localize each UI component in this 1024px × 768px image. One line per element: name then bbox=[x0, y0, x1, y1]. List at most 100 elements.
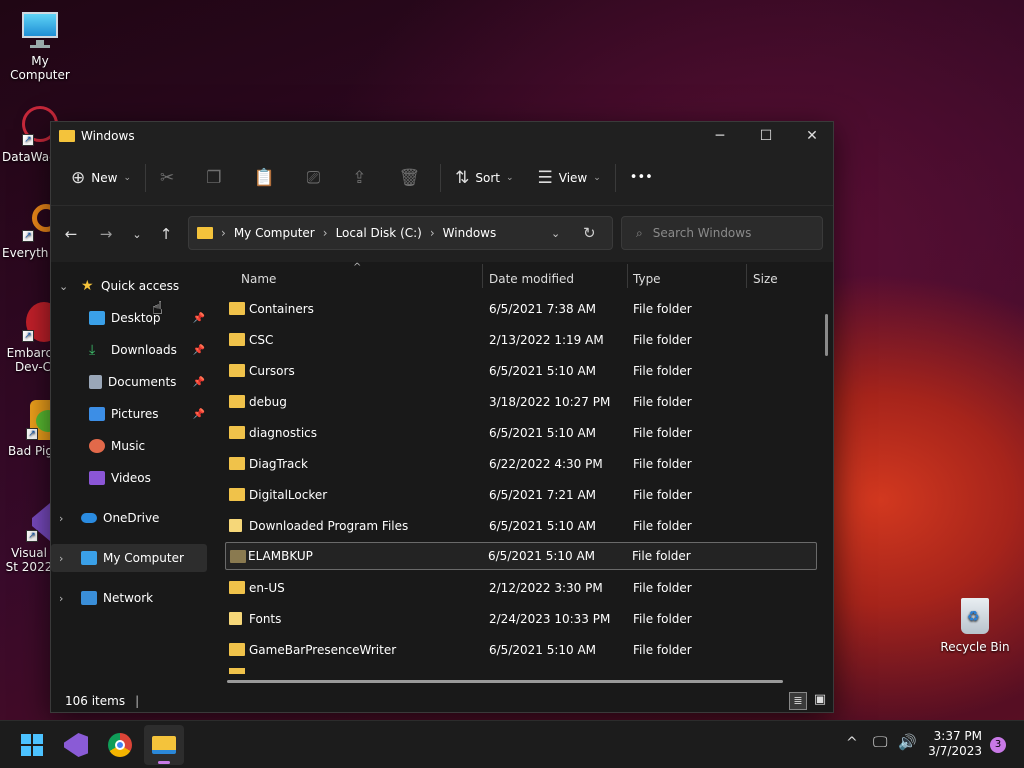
breadcrumb-separator: › bbox=[322, 226, 328, 240]
sidebar-item-label: Downloads bbox=[111, 343, 177, 357]
sort-button[interactable]: ⇅ Sort ⌄ bbox=[447, 160, 521, 196]
rename-icon: ⎚ bbox=[306, 167, 321, 188]
bad-piggies-icon: ↗ bbox=[14, 400, 64, 440]
column-divider[interactable] bbox=[482, 264, 483, 288]
address-dropdown-icon[interactable]: ⌄ bbox=[551, 227, 560, 240]
taskbar-chrome[interactable] bbox=[100, 725, 140, 765]
breadcrumb-item[interactable]: Local Disk (C:) bbox=[336, 226, 422, 240]
share-button[interactable]: ⇪ bbox=[344, 160, 380, 196]
file-type: File folder bbox=[633, 302, 692, 316]
sidebar-item-label: OneDrive bbox=[103, 511, 160, 525]
sidebar-item-documents[interactable]: Documents 📌 bbox=[51, 368, 207, 396]
search-box[interactable]: ⌕ Search Windows bbox=[621, 216, 823, 250]
sidebar-item-desktop[interactable]: Desktop 📌 bbox=[51, 304, 207, 332]
sidebar-item-pictures[interactable]: Pictures 📌 bbox=[51, 400, 207, 428]
table-row[interactable]: debug 3/18/2022 10:27 PM File folder bbox=[225, 388, 817, 416]
column-header-type[interactable]: Type bbox=[633, 272, 661, 286]
cut-button[interactable]: ✂ bbox=[152, 160, 188, 196]
breadcrumb-separator: › bbox=[221, 226, 226, 240]
sidebar-item-videos[interactable]: Videos bbox=[51, 464, 207, 492]
breadcrumb-item[interactable]: My Computer bbox=[234, 226, 315, 240]
file-type: File folder bbox=[633, 457, 692, 471]
file-date: 6/22/2022 4:30 PM bbox=[489, 457, 603, 471]
sidebar-item-quick-access[interactable]: ⌄ ★ Quick access bbox=[51, 272, 207, 300]
minimize-button[interactable]: ─ bbox=[697, 122, 743, 150]
item-count: 106 items bbox=[65, 694, 126, 708]
refresh-icon[interactable]: ↻ bbox=[583, 224, 596, 242]
sidebar-item-onedrive[interactable]: › OneDrive bbox=[51, 504, 207, 532]
file-date: 6/5/2021 5:10 AM bbox=[488, 549, 596, 563]
volume-icon[interactable]: 🔊 bbox=[898, 733, 917, 751]
network-status-icon[interactable]: 🖵 bbox=[873, 733, 887, 751]
folder-icon bbox=[230, 550, 246, 563]
file-type: File folder bbox=[633, 488, 692, 502]
notification-badge[interactable]: 3 bbox=[990, 737, 1006, 753]
table-row[interactable]: Cursors 6/5/2021 5:10 AM File folder bbox=[225, 357, 817, 385]
tiles-view-icon[interactable]: ▣ bbox=[811, 692, 829, 710]
start-button[interactable] bbox=[12, 725, 52, 765]
table-row[interactable]: CSC 2/13/2022 1:19 AM File folder bbox=[225, 326, 817, 354]
taskbar-file-explorer[interactable] bbox=[144, 725, 184, 765]
copy-button[interactable]: ❐ bbox=[198, 160, 235, 196]
recent-locations-button[interactable]: ⌄ bbox=[123, 220, 151, 248]
view-button[interactable]: ☰ View ⌄ bbox=[530, 160, 609, 196]
rename-button[interactable]: ⎚ bbox=[299, 160, 335, 196]
file-name: CSC bbox=[249, 333, 274, 347]
table-row[interactable]: en-US 2/12/2022 3:30 PM File folder bbox=[225, 574, 817, 602]
details-view-icon[interactable]: ≣ bbox=[789, 692, 807, 710]
new-button[interactable]: ⊕ New ⌄ bbox=[63, 160, 139, 196]
table-row[interactable]: ELAMBKUP 6/5/2021 5:10 AM File folder bbox=[225, 542, 817, 570]
table-row[interactable]: DigitalLocker 6/5/2021 7:21 AM File folder bbox=[225, 481, 817, 509]
column-header-date[interactable]: Date modified bbox=[489, 272, 574, 286]
file-name: Downloaded Program Files bbox=[249, 519, 409, 533]
file-name: ELAMBKUP bbox=[248, 549, 313, 563]
everything-search-icon: ↗ bbox=[10, 202, 60, 242]
vertical-scrollbar-thumb[interactable] bbox=[825, 314, 828, 356]
delete-button[interactable]: 🗑 bbox=[391, 160, 435, 196]
address-bar[interactable]: › My Computer › Local Disk (C:) › Window… bbox=[188, 216, 613, 250]
horizontal-scrollbar-thumb[interactable] bbox=[227, 680, 783, 683]
column-header-name[interactable]: Name bbox=[241, 272, 276, 286]
up-button[interactable]: ↑ bbox=[152, 220, 180, 248]
chevron-down-icon: ⌄ bbox=[593, 172, 601, 183]
desktop-icon-recycle-bin[interactable]: ♻ Recycle Bin bbox=[935, 596, 1015, 654]
breadcrumb-item[interactable]: Windows bbox=[443, 226, 497, 240]
file-date: 6/5/2021 7:38 AM bbox=[489, 302, 597, 316]
table-row[interactable]: GameBarPresenceWriter 6/5/2021 5:10 AM Fil… bbox=[225, 636, 817, 664]
pin-icon: 📌 bbox=[192, 376, 205, 388]
desktop-icon-my-computer[interactable]: My Computer bbox=[0, 10, 80, 82]
file-name: Cursors bbox=[249, 364, 295, 378]
toolbar-divider bbox=[440, 163, 442, 192]
more-options-button[interactable]: ••• bbox=[622, 160, 661, 196]
file-name: en-US bbox=[249, 581, 285, 595]
column-divider[interactable] bbox=[746, 264, 747, 288]
sidebar-item-downloads[interactable]: ⤓ Downloads 📌 bbox=[51, 336, 207, 364]
show-hidden-icons-button[interactable]: ^ bbox=[846, 735, 858, 751]
datawag-icon: ↗ bbox=[10, 106, 58, 146]
column-header-size[interactable]: Size bbox=[753, 272, 778, 286]
command-bar: ⊕ New ⌄ ✂ ❐ 📋 ⎚ ⇪ 🗑 ⇅ Sort ⌄ ☰ View ⌄ ••… bbox=[51, 150, 833, 206]
desktop-icon-label: Visual St 2022 bbox=[5, 546, 53, 574]
column-divider[interactable] bbox=[627, 264, 628, 288]
table-row[interactable]: Fonts 2/24/2023 10:33 PM File folder bbox=[225, 605, 817, 633]
sidebar-item-network[interactable]: › Network bbox=[51, 584, 207, 612]
clock[interactable]: 3:37 PM 3/7/2023 bbox=[928, 729, 982, 759]
table-row[interactable]: Containers 6/5/2021 7:38 AM File folder bbox=[225, 295, 817, 323]
file-list: ^ Name Date modified Type Size Container… bbox=[209, 262, 829, 690]
sidebar-item-music[interactable]: Music bbox=[51, 432, 207, 460]
copy-icon: ❐ bbox=[206, 167, 222, 188]
sidebar-item-label: Quick access bbox=[101, 279, 180, 293]
close-button[interactable]: ✕ bbox=[789, 122, 835, 150]
table-row[interactable]: diagnostics 6/5/2021 5:10 AM File folder bbox=[225, 419, 817, 447]
toolbar-divider bbox=[144, 163, 146, 192]
forward-button[interactable]: → bbox=[92, 220, 120, 248]
table-row[interactable]: Downloaded Program Files 6/5/2021 5:10 AM… bbox=[225, 512, 817, 540]
taskbar-visual-studio[interactable] bbox=[56, 725, 96, 765]
maximize-button[interactable]: ☐ bbox=[743, 122, 789, 150]
table-row[interactable]: DiagTrack 6/22/2022 4:30 PM File folder bbox=[225, 450, 817, 478]
paste-button[interactable]: 📋 bbox=[245, 160, 288, 196]
file-type: File folder bbox=[633, 395, 692, 409]
back-button[interactable]: ← bbox=[57, 220, 85, 248]
active-indicator bbox=[158, 761, 170, 764]
sidebar-item-this-pc[interactable]: › My Computer bbox=[51, 544, 207, 572]
